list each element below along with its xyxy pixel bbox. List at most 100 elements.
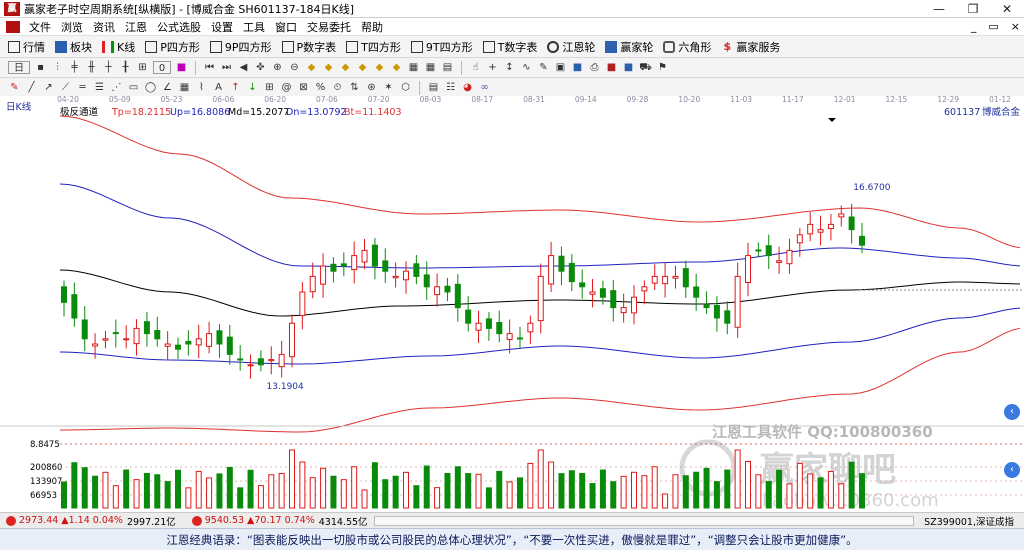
side-collapse-button[interactable]: ‹ bbox=[1004, 404, 1020, 420]
export-icon[interactable]: ■ bbox=[605, 61, 618, 74]
toolbar-hexagon-button[interactable]: 六角形 bbox=[663, 39, 711, 55]
help-icon[interactable]: ⚑ bbox=[656, 61, 669, 74]
wave-icon[interactable]: ∿ bbox=[520, 61, 533, 74]
menu-gann[interactable]: 江恩 bbox=[120, 19, 152, 35]
toolbar-p-table-button[interactable]: P数字表 bbox=[281, 39, 336, 55]
grid-tool-icon[interactable]: ▦ bbox=[178, 81, 191, 94]
gann-fan-icon[interactable]: ⋰ bbox=[110, 81, 123, 94]
ohlc-style-icon[interactable]: ╂ bbox=[119, 61, 132, 74]
side-scroll-up-button[interactable]: ‹ bbox=[1004, 462, 1020, 478]
cycle-tool-icon[interactable]: ⌇ bbox=[195, 81, 208, 94]
price-cycle-icon[interactable]: ⇅ bbox=[348, 81, 361, 94]
diamond-2-icon[interactable]: ◆ bbox=[322, 61, 335, 74]
hand-icon[interactable]: ☝ bbox=[469, 61, 482, 74]
chart-mode-icon[interactable]: ▪ bbox=[34, 61, 47, 74]
candle-body bbox=[579, 282, 586, 288]
toolbar-9t-square-button[interactable]: 9T四方形 bbox=[410, 39, 473, 55]
toolbar-9p-square-button[interactable]: 9P四方形 bbox=[209, 39, 272, 55]
diamond-6-icon[interactable]: ◆ bbox=[390, 61, 403, 74]
time-cycle-icon[interactable]: ⏲ bbox=[331, 81, 344, 94]
maximize-button[interactable]: ❐ bbox=[956, 0, 990, 18]
minimize-button[interactable]: — bbox=[922, 0, 956, 18]
diamond-3-icon[interactable]: ◆ bbox=[339, 61, 352, 74]
candle-style-icon[interactable]: ╪ bbox=[68, 61, 81, 74]
close-button[interactable]: ✕ bbox=[990, 0, 1024, 18]
wheel-tool-icon[interactable]: ⊛ bbox=[365, 81, 378, 94]
period-select[interactable]: 日 bbox=[8, 61, 30, 74]
toolbar-t-table-button[interactable]: T数字表 bbox=[482, 39, 537, 55]
list-view-icon[interactable]: ☷ bbox=[444, 81, 457, 94]
menu-help[interactable]: 帮助 bbox=[356, 19, 388, 35]
arrow-icon[interactable]: ↕ bbox=[503, 61, 516, 74]
hex-tool-icon[interactable]: ⬡ bbox=[399, 81, 412, 94]
mdi-close-button[interactable]: × bbox=[1011, 18, 1020, 36]
kline-chart[interactable]: 04-20 05-09 05-23 06-06 06-20 07-06 07-20 08-03… bbox=[0, 95, 1024, 512]
menu-file[interactable]: 文件 bbox=[24, 19, 56, 35]
toolbar-p-square-button[interactable]: P四方形 bbox=[145, 39, 200, 55]
menu-browse[interactable]: 浏览 bbox=[56, 19, 88, 35]
channel-tool-icon[interactable]: ═ bbox=[76, 81, 89, 94]
toolbar-gann-wheel-button[interactable]: 江恩轮 bbox=[547, 39, 595, 55]
save-icon[interactable]: ■ bbox=[622, 61, 635, 74]
menu-trade[interactable]: 交易委托 bbox=[302, 19, 356, 35]
down-arrow-tool-icon[interactable]: ↓ bbox=[246, 81, 259, 94]
tower-style-icon[interactable]: ┼ bbox=[102, 61, 115, 74]
line-style-icon[interactable]: ╫ bbox=[85, 61, 98, 74]
pie-view-icon[interactable]: ◕ bbox=[461, 81, 474, 94]
number-select[interactable]: 0 bbox=[153, 61, 171, 74]
crosshair-icon[interactable]: + bbox=[486, 61, 499, 74]
diamond-1-icon[interactable]: ◆ bbox=[305, 61, 318, 74]
prev-icon[interactable]: ◀ bbox=[237, 61, 250, 74]
menu-info[interactable]: 资讯 bbox=[88, 19, 120, 35]
tools-icon[interactable]: ✎ bbox=[537, 61, 550, 74]
bar-style-icon[interactable]: ⫶ bbox=[51, 61, 64, 74]
toolbar-service-button[interactable]: $ 赢家服务 bbox=[721, 39, 781, 55]
diamond-5-icon[interactable]: ◆ bbox=[373, 61, 386, 74]
data-icon[interactable]: ■ bbox=[571, 61, 584, 74]
rect-tool-icon[interactable]: ▭ bbox=[127, 81, 140, 94]
menu-window[interactable]: 窗口 bbox=[270, 19, 302, 35]
table-1-icon[interactable]: ▦ bbox=[407, 61, 420, 74]
menu-tools[interactable]: 工具 bbox=[238, 19, 270, 35]
percent-icon[interactable]: % bbox=[314, 81, 327, 94]
first-icon[interactable]: ⏮ bbox=[203, 61, 216, 74]
table-2-icon[interactable]: ▦ bbox=[424, 61, 437, 74]
up-arrow-tool-icon[interactable]: ↑ bbox=[229, 81, 242, 94]
next-icon[interactable]: ⏭ bbox=[220, 61, 233, 74]
star-tool-icon[interactable]: ✶ bbox=[382, 81, 395, 94]
toolbar-quotes-button[interactable]: 行情 bbox=[8, 39, 45, 55]
weekly-icon[interactable]: ⊞ bbox=[136, 61, 149, 74]
car-icon[interactable]: ⛟ bbox=[639, 61, 652, 74]
toolbar-sector-button[interactable]: 板块 bbox=[55, 39, 92, 55]
toolbar-kline-button[interactable]: K线 bbox=[102, 39, 135, 55]
text-tool-icon[interactable]: A bbox=[212, 81, 225, 94]
pen-icon[interactable]: ✎ bbox=[8, 81, 21, 94]
cross-icon[interactable]: ✜ bbox=[254, 61, 267, 74]
zoom-out-icon[interactable]: ⊖ bbox=[288, 61, 301, 74]
diamond-4-icon[interactable]: ◆ bbox=[356, 61, 369, 74]
mdi-restore-button[interactable]: ▭ bbox=[988, 18, 998, 36]
color-icon[interactable]: ■ bbox=[175, 61, 188, 74]
menu-settings[interactable]: 设置 bbox=[206, 19, 238, 35]
infinity-icon[interactable]: ∞ bbox=[478, 81, 491, 94]
menu-formula[interactable]: 公式选股 bbox=[152, 19, 206, 35]
trend-tool-icon[interactable]: ⟋ bbox=[59, 81, 72, 94]
square-9-icon[interactable]: ⊞ bbox=[263, 81, 276, 94]
fib-tool-icon[interactable]: ☰ bbox=[93, 81, 106, 94]
print-icon[interactable]: ⎙ bbox=[588, 61, 601, 74]
toolbar-winner-wheel-button[interactable]: 赢家轮 bbox=[605, 39, 653, 55]
mdi-minimize-button[interactable]: _ bbox=[971, 18, 977, 36]
ray-tool-icon[interactable]: ↗ bbox=[42, 81, 55, 94]
table-3-icon[interactable]: ▤ bbox=[441, 61, 454, 74]
toolbar-t-square-button[interactable]: T四方形 bbox=[346, 39, 401, 55]
chart-area[interactable]: 04-20 05-09 05-23 06-06 06-20 07-06 07-20 08-03… bbox=[0, 95, 1024, 512]
status-scrollbar[interactable] bbox=[373, 515, 914, 526]
line-tool-icon[interactable]: ╱ bbox=[25, 81, 38, 94]
table-view-icon[interactable]: ▤ bbox=[427, 81, 440, 94]
calc-icon[interactable]: ▣ bbox=[554, 61, 567, 74]
circle-tool-icon[interactable]: ◯ bbox=[144, 81, 157, 94]
gann-box-icon[interactable]: ⊠ bbox=[297, 81, 310, 94]
spiral-icon[interactable]: @ bbox=[280, 81, 293, 94]
zoom-in-icon[interactable]: ⊕ bbox=[271, 61, 284, 74]
angle-tool-icon[interactable]: ∠ bbox=[161, 81, 174, 94]
